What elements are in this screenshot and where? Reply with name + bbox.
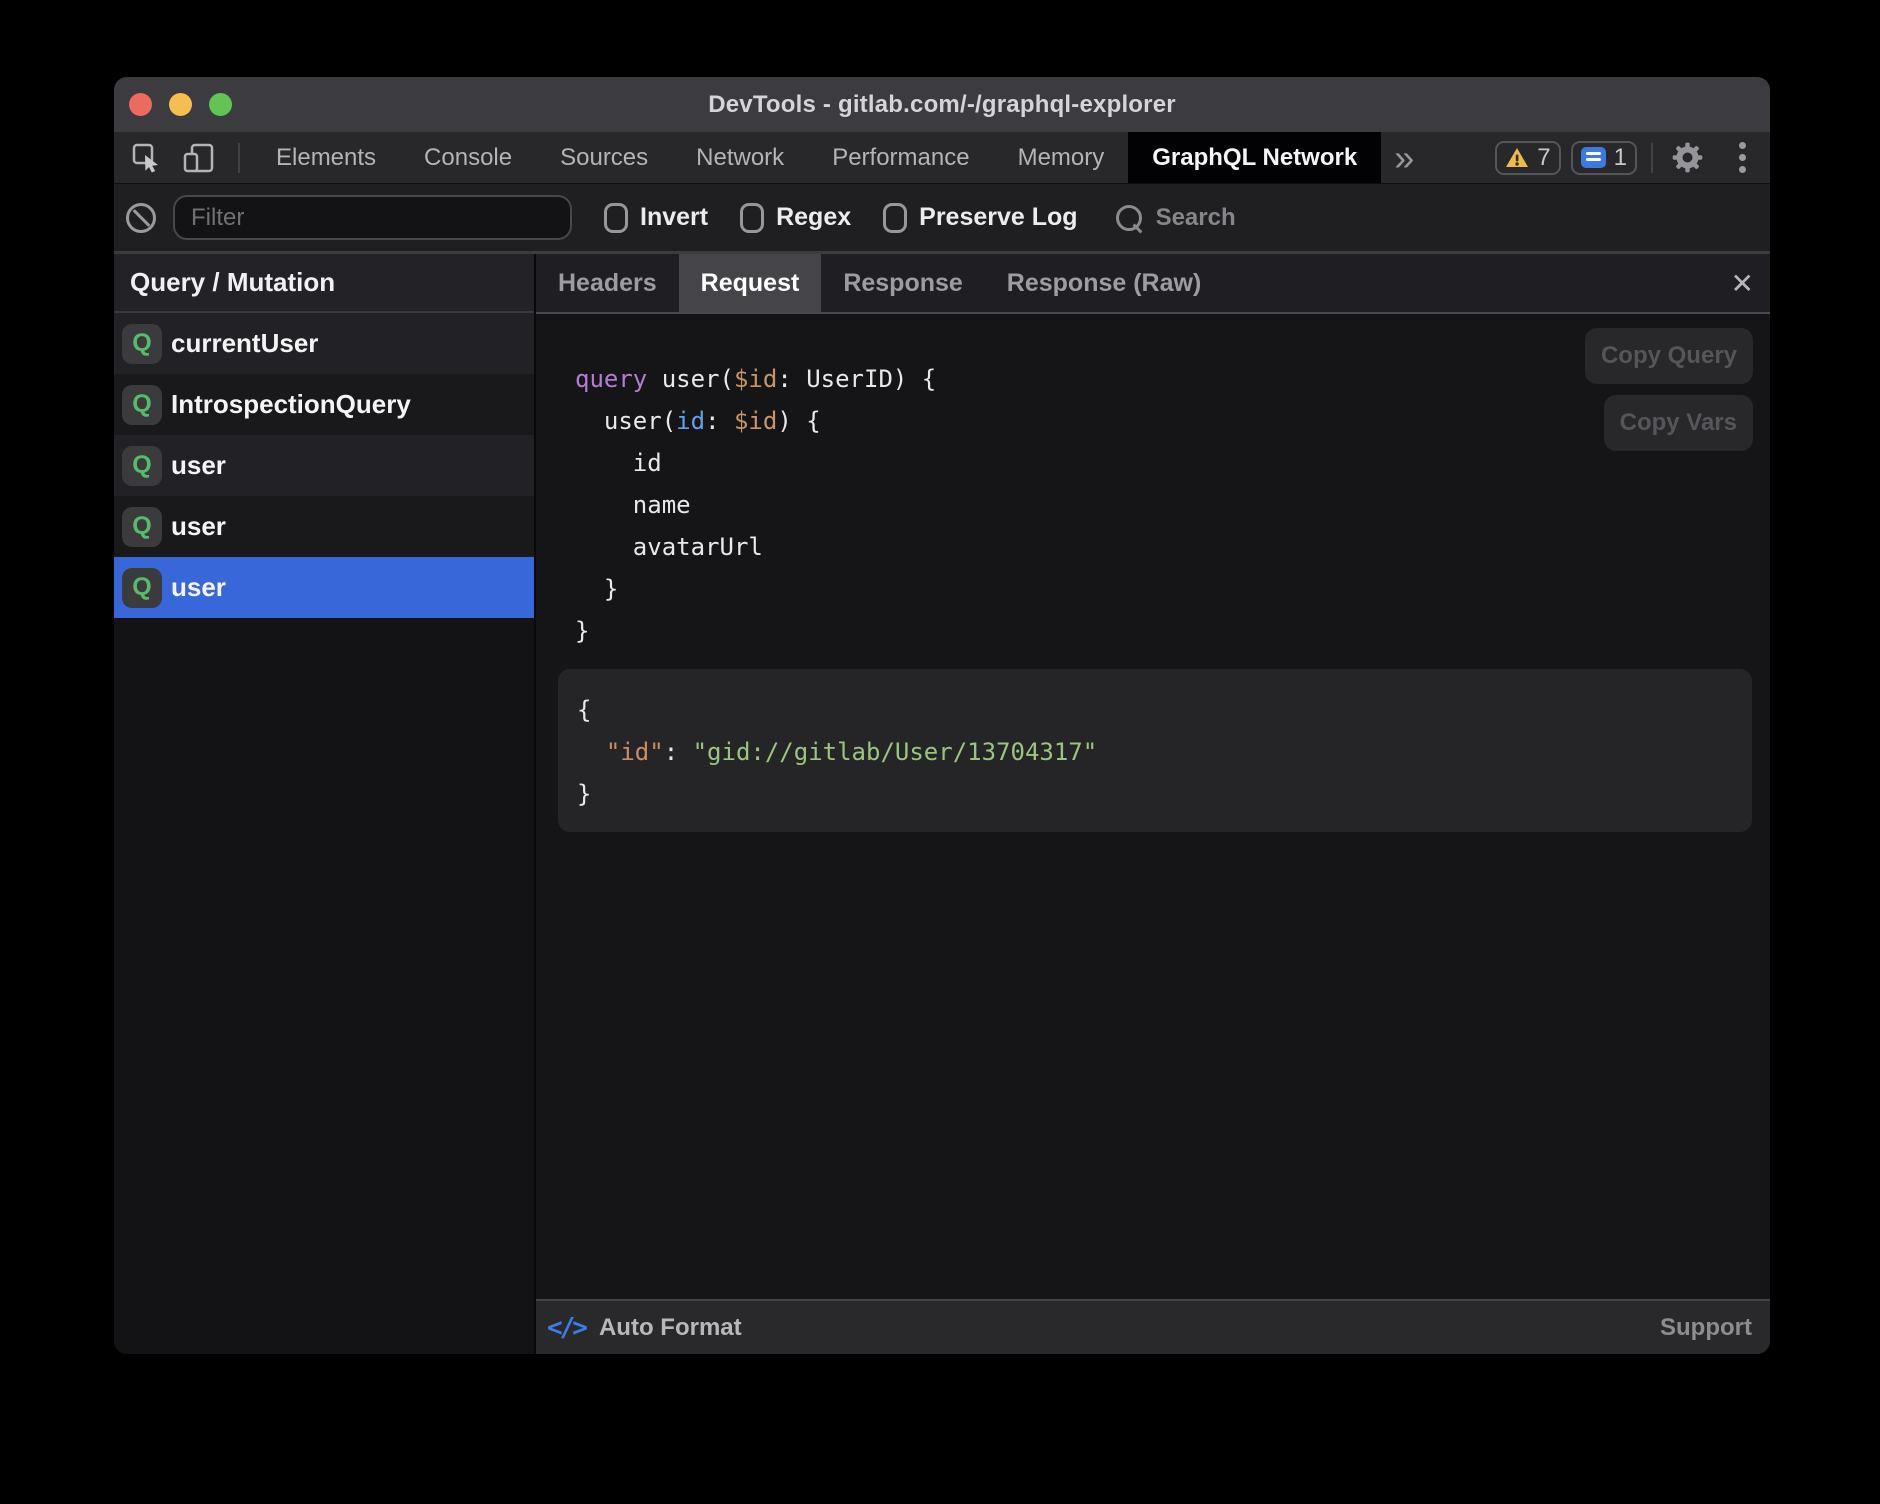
tab-request[interactable]: Request <box>679 254 822 312</box>
list-item-user-1[interactable]: Q user <box>114 435 534 496</box>
list-item-introspectionquery[interactable]: Q IntrospectionQuery <box>114 374 534 435</box>
warning-icon <box>1505 147 1529 169</box>
search-group[interactable]: Search <box>1116 204 1236 232</box>
filter-input[interactable] <box>173 195 572 240</box>
tab-network[interactable]: Network <box>672 132 808 183</box>
auto-format-label[interactable]: Auto Format <box>599 1314 742 1342</box>
copy-query-button[interactable]: Copy Query <box>1585 328 1753 384</box>
search-label: Search <box>1156 204 1236 232</box>
settings-gear-icon[interactable] <box>1672 142 1703 173</box>
query-list-header: Query / Mutation <box>114 254 534 313</box>
tab-performance[interactable]: Performance <box>808 132 993 183</box>
invert-checkbox[interactable] <box>604 203 628 233</box>
devtools-toolbar: Elements Console Sources Network Perform… <box>114 132 1770 184</box>
graphql-query-code: query user($id: UserID) { user(id: $id) … <box>575 358 936 652</box>
tab-response-raw[interactable]: Response (Raw) <box>985 254 1223 312</box>
regex-checkbox-group: Regex <box>740 203 851 233</box>
code-line: } <box>575 568 936 610</box>
list-item-user-2[interactable]: Q user <box>114 496 534 557</box>
preserve-log-checkbox-group: Preserve Log <box>883 203 1077 233</box>
tab-headers[interactable]: Headers <box>536 254 679 312</box>
copy-vars-button[interactable]: Copy Vars <box>1604 395 1753 451</box>
filter-bar: Invert Regex Preserve Log Search <box>114 184 1770 251</box>
toolbar-divider <box>238 143 240 173</box>
block-requests-icon[interactable] <box>126 203 156 233</box>
issues-warning-badge[interactable]: 7 <box>1495 141 1560 175</box>
warning-count: 7 <box>1537 144 1550 172</box>
code-line: avatarUrl <box>575 526 936 568</box>
code-format-icon: </> <box>547 1313 585 1343</box>
query-list-panel: Query / Mutation Q currentUser Q Introsp… <box>114 254 536 1354</box>
messages-badge[interactable]: 1 <box>1571 141 1637 175</box>
tab-sources[interactable]: Sources <box>536 132 672 183</box>
query-variables-box: { "id": "gid://gitlab/User/13704317"} <box>558 669 1752 832</box>
support-link[interactable]: Support <box>1660 1314 1752 1342</box>
devtools-window: DevTools - gitlab.com/-/graphql-explorer… <box>114 77 1770 1354</box>
code-line: user(id: $id) { <box>575 400 936 442</box>
code-line: query user($id: UserID) { <box>575 358 936 400</box>
query-type-badge: Q <box>122 568 162 608</box>
message-count: 1 <box>1614 144 1627 172</box>
variables-line: } <box>577 773 1752 815</box>
minimize-window-button[interactable] <box>169 93 192 116</box>
query-type-badge: Q <box>122 446 162 486</box>
more-tabs-icon[interactable]: » <box>1381 132 1427 183</box>
request-detail-panel: Headers Request Response Response (Raw) … <box>536 254 1770 1354</box>
chat-icon <box>1581 147 1606 168</box>
traffic-lights <box>129 77 232 132</box>
search-icon <box>1116 205 1142 231</box>
tab-elements[interactable]: Elements <box>252 132 400 183</box>
title-bar: DevTools - gitlab.com/-/graphql-explorer <box>114 77 1770 132</box>
toolbar-divider-right <box>1651 143 1653 173</box>
tab-graphql-network[interactable]: GraphQL Network <box>1128 132 1381 183</box>
query-type-badge: Q <box>122 324 162 364</box>
code-line: name <box>575 484 936 526</box>
invert-checkbox-group: Invert <box>604 203 708 233</box>
inspect-element-icon[interactable] <box>132 143 162 173</box>
regex-label: Regex <box>776 203 851 232</box>
preserve-log-label: Preserve Log <box>919 203 1077 232</box>
close-panel-icon[interactable]: ✕ <box>1731 254 1754 312</box>
request-content: query user($id: UserID) { user(id: $id) … <box>536 314 1770 1299</box>
code-line: } <box>575 610 936 652</box>
query-type-badge: Q <box>122 507 162 547</box>
tab-response[interactable]: Response <box>821 254 984 312</box>
footer-bar: </> Auto Format Support <box>536 1299 1770 1354</box>
list-item-currentuser[interactable]: Q currentUser <box>114 313 534 374</box>
preserve-log-checkbox[interactable] <box>883 203 907 233</box>
tab-console[interactable]: Console <box>400 132 536 183</box>
invert-label: Invert <box>640 203 708 232</box>
variables-line: { <box>577 689 1752 731</box>
tab-memory[interactable]: Memory <box>994 132 1129 183</box>
detail-tabs: Headers Request Response Response (Raw) … <box>536 254 1770 314</box>
code-line: id <box>575 442 936 484</box>
zoom-window-button[interactable] <box>209 93 232 116</box>
query-type-badge: Q <box>122 385 162 425</box>
window-title: DevTools - gitlab.com/-/graphql-explorer <box>708 91 1176 119</box>
variables-line: "id": "gid://gitlab/User/13704317" <box>577 731 1752 773</box>
close-window-button[interactable] <box>129 93 152 116</box>
list-item-user-3-selected[interactable]: Q user <box>114 557 534 618</box>
panel-tabs: Elements Console Sources Network Perform… <box>252 132 1381 183</box>
kebab-menu-icon[interactable] <box>1739 142 1746 173</box>
device-toolbar-icon[interactable] <box>182 143 216 173</box>
regex-checkbox[interactable] <box>740 203 764 233</box>
